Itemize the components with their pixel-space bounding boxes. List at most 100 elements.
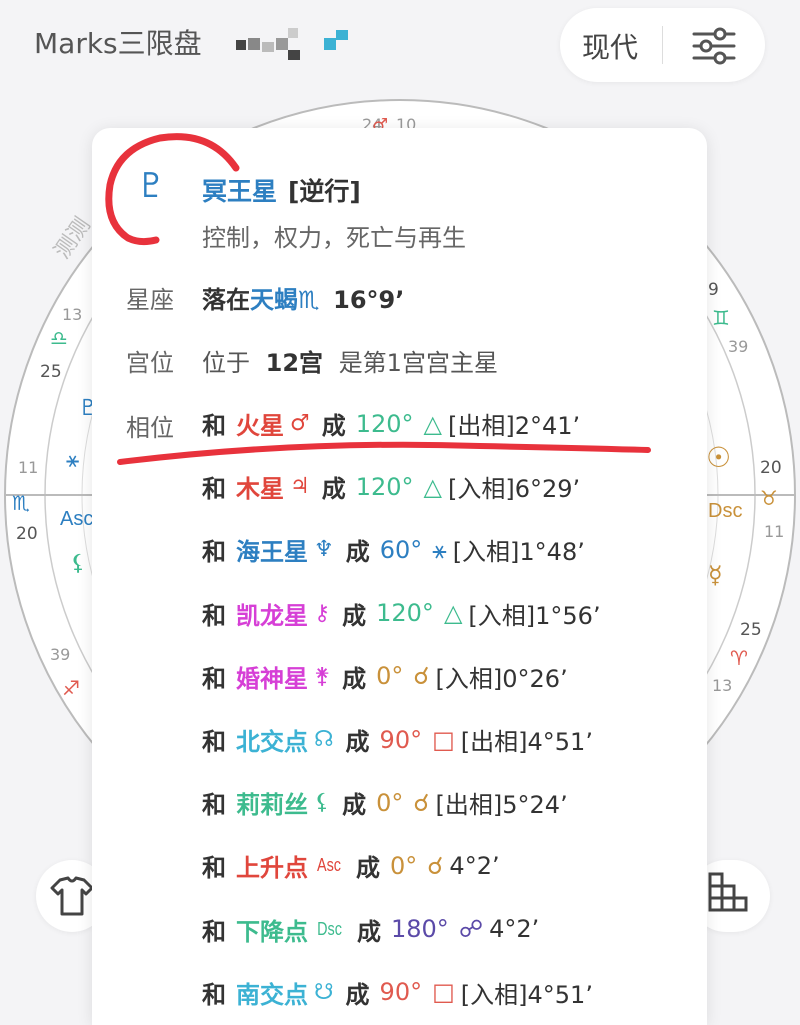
planet-glyph-icon: ⚷ [314, 600, 331, 626]
wheel-tick-label: 13 [62, 305, 82, 324]
aspect-detail: [入相]1°48’ [452, 538, 585, 567]
planet-glyph-icon: ⚸ [314, 790, 331, 816]
aspect-angle: 0° [376, 788, 404, 817]
planet-glyph-icon: ♂ [290, 411, 310, 436]
sign-prefix: 落在 [202, 286, 250, 314]
house-row-label: 宫位 [126, 349, 174, 377]
aspect-row[interactable]: 和莉莉丝 ⚸ 成 0° ☌ [出相]5°24’ [202, 785, 568, 825]
scorpio-icon: ♏ [12, 491, 30, 515]
header-actions: 现代 [560, 8, 765, 82]
wheel-tick-label: 11 [18, 458, 38, 477]
lilith-icon: ⚸ [70, 551, 86, 576]
planet-detail-card: ♇ 冥王星 [逆行] 控制，权力，死亡与再生 星座 落在天蝎♏ 16°9’ 宫位… [92, 128, 707, 1025]
aspect-detail: [入相]6°29’ [448, 475, 581, 504]
planet-glyph-icon: ☋ [314, 979, 334, 1005]
libra-icon: ♎ [50, 326, 68, 350]
divider [662, 26, 663, 64]
sliders-icon [692, 27, 736, 65]
aspect-planet-name: 凯龙星 [236, 601, 308, 630]
aspect-with-label: 和 [202, 664, 226, 693]
aspect-row[interactable]: 和木星 ♃ 成 120° △ [入相]6°29’ [202, 469, 580, 509]
aspect-angle: 0° [376, 662, 404, 691]
aspect-planet-name: 莉莉丝 [236, 791, 308, 820]
sign-row-label: 星座 [126, 286, 174, 314]
sign-degree: 16°9’ [333, 286, 405, 314]
sagittarius-icon: ♐ [62, 676, 80, 700]
aspect-planet-name: 木星 [236, 475, 284, 504]
aspect-with-label: 和 [202, 917, 226, 946]
aspect-planet-name: 婚神星 [236, 664, 308, 693]
aspect-detail: [出相]2°41’ [448, 412, 581, 440]
aspect-with-label: 和 [202, 980, 226, 1009]
aspect-detail: [入相]4°51’ [460, 980, 593, 1009]
aspect-glyph-icon: ☍ [458, 915, 484, 944]
aspect-forms-label: 成 [321, 475, 346, 504]
aspect-planet-name: 上升点 [236, 854, 308, 883]
taurus-icon: ♉ [760, 486, 778, 510]
aspect-angle: 90° [379, 978, 423, 1007]
aspect-row[interactable]: 和凯龙星 ⚷ 成 120° △ [入相]1°56’ [202, 596, 601, 636]
aspect-glyph-icon: ☌ [413, 662, 430, 691]
aspect-forms-label: 成 [321, 412, 346, 440]
aspect-with-label: 和 [202, 854, 226, 883]
aspect-row[interactable]: 和上升点 Asc 成 0° ☌ 4°2’ [202, 848, 500, 888]
aspect-angle: 90° [379, 725, 423, 754]
aspect-glyph-icon: △ [423, 409, 443, 438]
aspect-with-label: 和 [202, 601, 226, 630]
aspect-detail: [出相]4°51’ [460, 728, 593, 756]
aspect-glyph-icon: □ [432, 725, 455, 754]
aspect-detail: [入相]0°26’ [435, 664, 568, 693]
aspect-row[interactable]: 和婚神星 ⚵ 成 0° ☌ [入相]0°26’ [202, 659, 568, 699]
aspect-planet-name: 火星 [236, 412, 284, 440]
aspect-detail: 4°2’ [449, 851, 500, 880]
aspect-forms-label: 成 [345, 980, 370, 1009]
aspect-angle: 120° [376, 599, 434, 628]
wheel-tick-label: 25 [740, 620, 762, 640]
aspect-row[interactable]: 和南交点 ☋ 成 90° □ [入相]4°51’ [202, 975, 593, 1015]
wheel-tick-label: 39 [728, 337, 748, 356]
aspect-with-label: 和 [202, 412, 226, 440]
scorpio-icon: ♏ [298, 286, 320, 314]
aspect-row[interactable]: 和北交点 ☊ 成 90° □ [出相]4°51’ [202, 722, 593, 762]
aspect-forms-label: 成 [342, 601, 367, 630]
aspect-glyph-icon: ☌ [413, 788, 430, 817]
wheel-tick-label: 39 [50, 645, 70, 664]
wheel-tick-label: 20 [760, 458, 782, 478]
wheel-dsc-label: Dsc [708, 500, 742, 522]
aspect-angle: 120° [355, 409, 414, 438]
aspect-glyph-icon: ⚹ [432, 535, 447, 564]
aries-icon: ♈ [730, 646, 748, 670]
planet-glyph-icon: ☊ [314, 727, 334, 752]
sign-row-content: 落在天蝎♏ 16°9’ [202, 280, 404, 315]
aspect-row[interactable]: 和下降点 Dsc 成 180° ☍ 4°2’ [202, 912, 539, 952]
wheel-tick-label: 25 [40, 362, 62, 382]
aspect-row[interactable]: 和海王星 ♆ 成 60° ⚹ [入相]1°48’ [202, 532, 585, 572]
house-ruler: 是第1宫宫主星 [338, 349, 498, 377]
pixel-logo [236, 28, 356, 68]
gemini-icon: ♊ [712, 306, 730, 330]
house-number: 12宫 [265, 349, 324, 377]
planet-keywords: 控制，权力，死亡与再生 [202, 224, 466, 252]
aspect-with-label: 和 [202, 475, 226, 504]
wheel-tick-label: 20 [16, 524, 38, 544]
aspect-forms-label: 成 [357, 917, 381, 946]
angle-label: Asc [317, 855, 342, 876]
aspect-planet-name: 南交点 [236, 980, 308, 1009]
aspect-row-label: 相位 [126, 414, 174, 442]
mercury-icon: ☿ [708, 561, 723, 589]
aspect-forms-label: 成 [356, 854, 381, 883]
sign-name[interactable]: 天蝎 [250, 286, 298, 314]
angle-label: Dsc [317, 918, 342, 939]
aspect-angle: 180° [391, 915, 449, 944]
wheel-tick-label: 13 [712, 676, 732, 695]
house-row-content: 位于 12宫 是第1宫宫主星 [202, 343, 498, 378]
aspect-planet-name: 海王星 [236, 538, 308, 567]
filter-settings-button[interactable] [690, 26, 738, 66]
wheel-tick-label: 11 [764, 522, 784, 541]
aspect-row[interactable]: 和火星 ♂ 成 120° △ [出相]2°41’ [202, 406, 580, 446]
planet-glyph-icon: ♃ [290, 474, 310, 500]
neptune-icon: ⚹ [66, 448, 79, 473]
mode-toggle-button[interactable]: 现代 [582, 26, 638, 66]
retrograde-status: [逆行] [288, 177, 361, 206]
pluto-icon: ♇ [136, 166, 167, 206]
